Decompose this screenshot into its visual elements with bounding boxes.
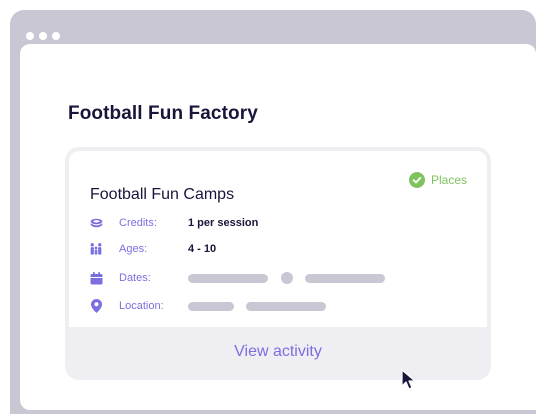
card-footer: View activity <box>69 327 487 376</box>
check-circle-icon <box>408 172 425 188</box>
page-title: Football Fun Factory <box>68 103 258 124</box>
activity-title: Football Fun Camps <box>90 186 235 203</box>
location-label: Location: <box>119 300 164 312</box>
detail-row-credits: Credits: 1 per session <box>89 214 258 232</box>
dates-placeholder-dot <box>281 272 293 284</box>
window-dot-icon[interactable] <box>52 32 60 40</box>
window-dot-icon[interactable] <box>39 32 47 40</box>
dates-placeholder-bar <box>305 273 385 283</box>
credits-icon <box>89 216 103 230</box>
places-label: Places <box>430 173 467 187</box>
card-body: Places Football Fun Camps Credits: 1 per… <box>69 151 487 331</box>
detail-row-dates: Dates: <box>89 269 385 287</box>
window-controls[interactable] <box>26 32 60 40</box>
location-pin-icon <box>89 299 103 313</box>
window-dot-icon[interactable] <box>26 32 34 40</box>
places-badge: Places <box>408 172 467 188</box>
credits-value: 1 per session <box>188 217 259 229</box>
calendar-icon <box>89 271 103 285</box>
detail-row-location: Location: <box>89 297 326 315</box>
detail-row-ages: Ages: 4 - 10 <box>89 240 216 258</box>
ages-icon <box>89 242 103 256</box>
dates-placeholder-bar <box>188 273 268 283</box>
dates-label: Dates: <box>119 272 151 284</box>
mouse-cursor-icon <box>401 369 416 390</box>
activity-card: Places Football Fun Camps Credits: 1 per… <box>65 147 491 380</box>
credits-label: Credits: <box>119 217 157 229</box>
view-activity-link[interactable]: View activity <box>234 343 322 361</box>
location-placeholder-bar <box>246 301 326 311</box>
location-placeholder-bar <box>188 301 234 311</box>
ages-value: 4 - 10 <box>188 243 217 255</box>
ages-label: Ages: <box>119 243 148 255</box>
